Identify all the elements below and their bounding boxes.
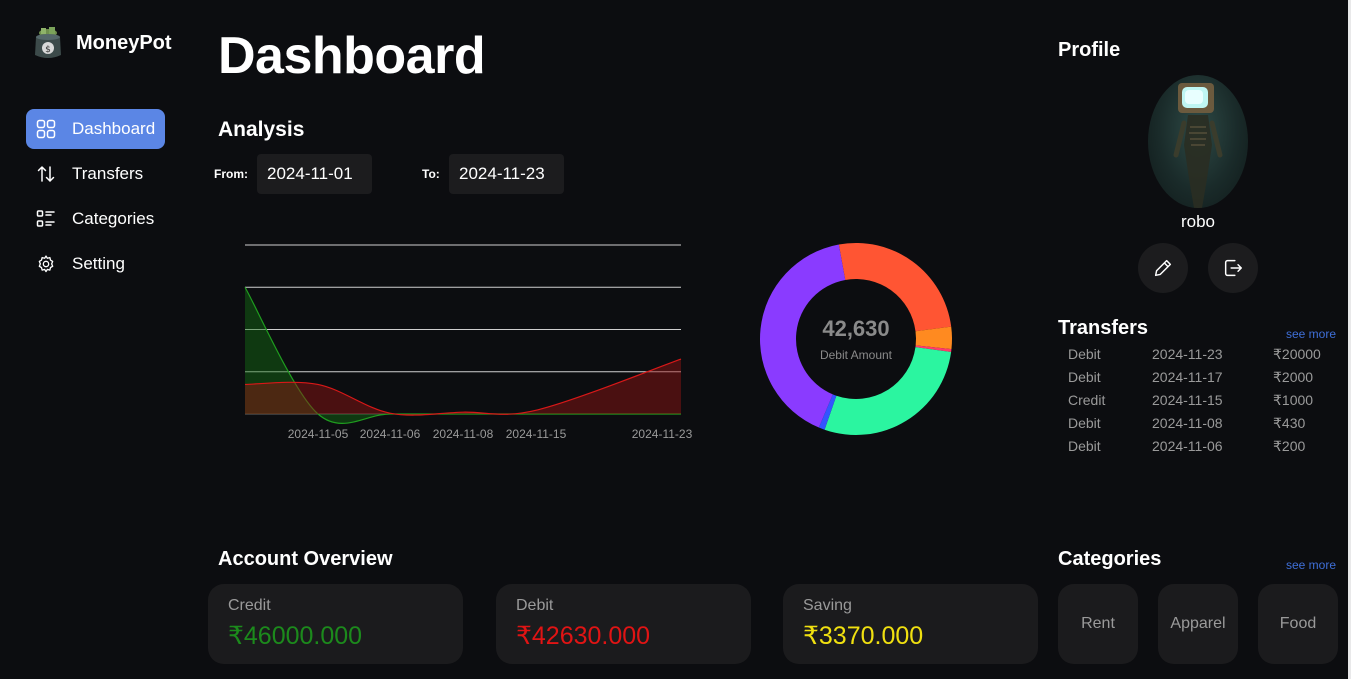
x-tick-label: 2024-11-05 bbox=[288, 427, 349, 441]
brand[interactable]: $ MoneyPot bbox=[30, 25, 172, 61]
sidebar-item-label: Dashboard bbox=[72, 119, 156, 138]
transfer-amount: ₹2000 bbox=[1273, 369, 1314, 385]
transfers-title: Transfers bbox=[1058, 317, 1149, 339]
categories-see-more-link[interactable]: see more bbox=[1286, 558, 1336, 572]
to-date-input[interactable]: 2024-11-23 bbox=[449, 154, 564, 194]
category-rent[interactable]: Rent bbox=[1058, 584, 1138, 664]
avatar bbox=[1148, 75, 1248, 208]
sidebar-item-categories[interactable]: Categories bbox=[26, 199, 165, 239]
list-icon bbox=[36, 209, 56, 229]
x-tick-label: 2024-11-23 bbox=[632, 427, 693, 441]
transfer-row: Debit 2024-11-08 ₹430 bbox=[1068, 415, 1348, 438]
x-tick-label: 2024-11-15 bbox=[506, 427, 567, 441]
logout-icon bbox=[1224, 259, 1242, 277]
from-label: From: bbox=[214, 167, 248, 181]
svg-text:$: $ bbox=[45, 45, 51, 55]
profile-title: Profile bbox=[1058, 39, 1121, 61]
saving-value: ₹3370.000 bbox=[803, 622, 924, 650]
pencil-icon bbox=[1154, 259, 1172, 277]
category-apparel[interactable]: Apparel bbox=[1158, 584, 1238, 664]
credit-value: ₹46000.000 bbox=[228, 622, 363, 650]
transfer-date: 2024-11-06 bbox=[1152, 438, 1223, 454]
x-tick-label: 2024-11-08 bbox=[433, 427, 494, 441]
transfer-arrows-icon bbox=[36, 164, 56, 184]
debit-value: ₹42630.000 bbox=[516, 622, 651, 650]
analysis-title: Analysis bbox=[218, 118, 305, 141]
transfer-row: Debit 2024-11-06 ₹200 bbox=[1068, 438, 1348, 461]
saving-label: Saving bbox=[803, 597, 852, 614]
transfer-amount: ₹20000 bbox=[1273, 346, 1321, 362]
account-overview-title: Account Overview bbox=[218, 548, 393, 570]
sidebar-item-transfers[interactable]: Transfers bbox=[26, 154, 165, 194]
transfer-type: Debit bbox=[1068, 415, 1101, 431]
credit-label: Credit bbox=[228, 597, 271, 614]
gear-icon bbox=[36, 254, 56, 274]
logout-button[interactable] bbox=[1208, 243, 1258, 293]
edit-profile-button[interactable] bbox=[1138, 243, 1188, 293]
line-chart-svg: 2024-11-05 2024-11-06 2024-11-08 2024-11-15… bbox=[244, 244, 693, 441]
transfer-date: 2024-11-15 bbox=[1152, 392, 1223, 408]
transfer-type: Credit bbox=[1068, 392, 1106, 408]
transfer-date: 2024-11-08 bbox=[1152, 415, 1223, 431]
to-label: To: bbox=[422, 167, 440, 181]
avatar-image bbox=[1173, 83, 1223, 208]
sidebar-item-label: Setting bbox=[72, 254, 125, 273]
categories-title: Categories bbox=[1058, 548, 1162, 570]
transfer-date: 2024-11-23 bbox=[1152, 346, 1223, 362]
transfers-see-more-link[interactable]: see more bbox=[1286, 327, 1336, 341]
transfer-row: Debit 2024-11-23 ₹20000 bbox=[1068, 346, 1348, 369]
sidebar-item-dashboard[interactable]: Dashboard bbox=[26, 109, 165, 149]
transfer-date: 2024-11-17 bbox=[1152, 369, 1223, 385]
sidebar-item-setting[interactable]: Setting bbox=[26, 244, 165, 284]
transfer-type: Debit bbox=[1068, 369, 1101, 385]
debit-label: Debit bbox=[516, 597, 554, 614]
sidebar-nav: Dashboard Transfers Categories Setting bbox=[26, 109, 165, 289]
transfer-row: Credit 2024-11-15 ₹1000 bbox=[1068, 392, 1348, 415]
category-food[interactable]: Food bbox=[1258, 584, 1338, 664]
analysis-line-chart: 2024-11-05 2024-11-06 2024-11-08 2024-11-15… bbox=[230, 232, 700, 447]
grid-icon bbox=[36, 119, 56, 139]
transfer-type: Debit bbox=[1068, 346, 1101, 362]
x-tick-label: 2024-11-06 bbox=[360, 427, 421, 441]
sidebar-item-label: Categories bbox=[72, 209, 155, 228]
username: robo bbox=[1180, 212, 1216, 231]
page-title: Dashboard bbox=[218, 27, 486, 85]
transfer-amount: ₹200 bbox=[1273, 438, 1306, 454]
transfer-type: Debit bbox=[1068, 438, 1101, 454]
donut-center-value: 42,630 bbox=[822, 316, 890, 341]
donut-center-label: Debit Amount bbox=[819, 348, 893, 362]
credit-card: Credit ₹46000.000 bbox=[208, 584, 463, 664]
app-name: MoneyPot bbox=[76, 31, 172, 54]
from-date-input[interactable]: 2024-11-01 bbox=[257, 154, 372, 194]
debit-donut-chart: 42,630 Debit Amount bbox=[758, 241, 954, 437]
money-pot-logo-icon: $ bbox=[35, 27, 61, 58]
transfer-row: Debit 2024-11-17 ₹2000 bbox=[1068, 369, 1348, 392]
transfer-amount: ₹430 bbox=[1273, 415, 1306, 431]
saving-card: Saving ₹3370.000 bbox=[783, 584, 1038, 664]
sidebar-item-label: Transfers bbox=[72, 164, 144, 183]
transfer-amount: ₹1000 bbox=[1273, 392, 1314, 408]
debit-card: Debit ₹42630.000 bbox=[496, 584, 751, 664]
chart-series-area-1 bbox=[245, 359, 681, 416]
